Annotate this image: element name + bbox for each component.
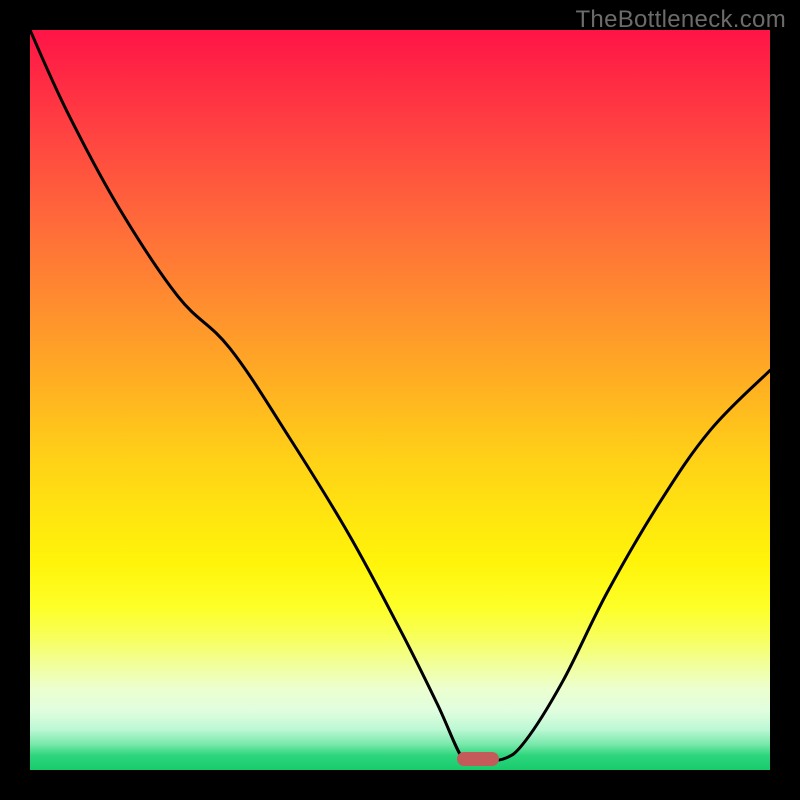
bottleneck-curve: [30, 30, 770, 770]
chart-frame: TheBottleneck.com: [0, 0, 800, 800]
optimum-marker: [457, 752, 499, 766]
plot-area: [30, 30, 770, 770]
